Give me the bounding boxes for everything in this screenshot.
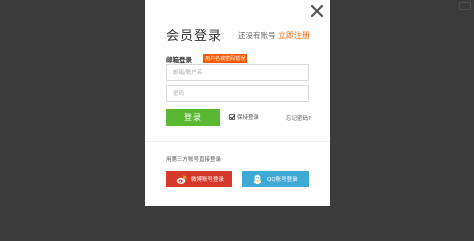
login-modal: 会员登录 还没有账号 立即注册 邮箱登录 用户名或密码错误 登录 保持登录 忘记…: [145, 0, 330, 206]
forgot-password-link[interactable]: 忘记密码?: [286, 114, 311, 122]
weibo-login-button[interactable]: 微博账号登录: [166, 171, 232, 187]
login-button[interactable]: 登录: [166, 109, 220, 126]
third-party-label: 用第三方账号直接登录: [166, 157, 222, 163]
username-error-badge: 用户名或密码错误: [203, 54, 248, 63]
qq-login-button[interactable]: QQ账号登录: [242, 171, 309, 187]
password-input[interactable]: [166, 85, 309, 102]
modal-title: 会员登录: [166, 29, 223, 44]
register-prompt: 还没有账号: [238, 31, 276, 40]
overlay-backdrop-left: [0, 0, 145, 241]
qq-login-label: QQ账号登录: [267, 177, 298, 183]
background-window-icon: [459, 2, 471, 10]
close-icon[interactable]: [310, 4, 324, 18]
divider: [145, 141, 330, 142]
weibo-login-label: 微博账号登录: [191, 177, 225, 183]
account-input[interactable]: [166, 64, 309, 81]
remember-checkbox[interactable]: [229, 114, 235, 120]
tab-email-login[interactable]: 邮箱登录: [166, 54, 192, 64]
register-link[interactable]: 立即注册: [278, 31, 310, 40]
qq-icon: [254, 174, 261, 184]
remember-label: 保持登录: [237, 115, 260, 121]
register-hint: 还没有账号 立即注册: [238, 30, 310, 41]
remember-me: 保持登录: [229, 113, 259, 121]
login-tabs: 邮箱登录 用户名或密码错误: [166, 48, 248, 64]
overlay-backdrop-right: [330, 0, 474, 241]
weibo-icon: [176, 175, 187, 184]
